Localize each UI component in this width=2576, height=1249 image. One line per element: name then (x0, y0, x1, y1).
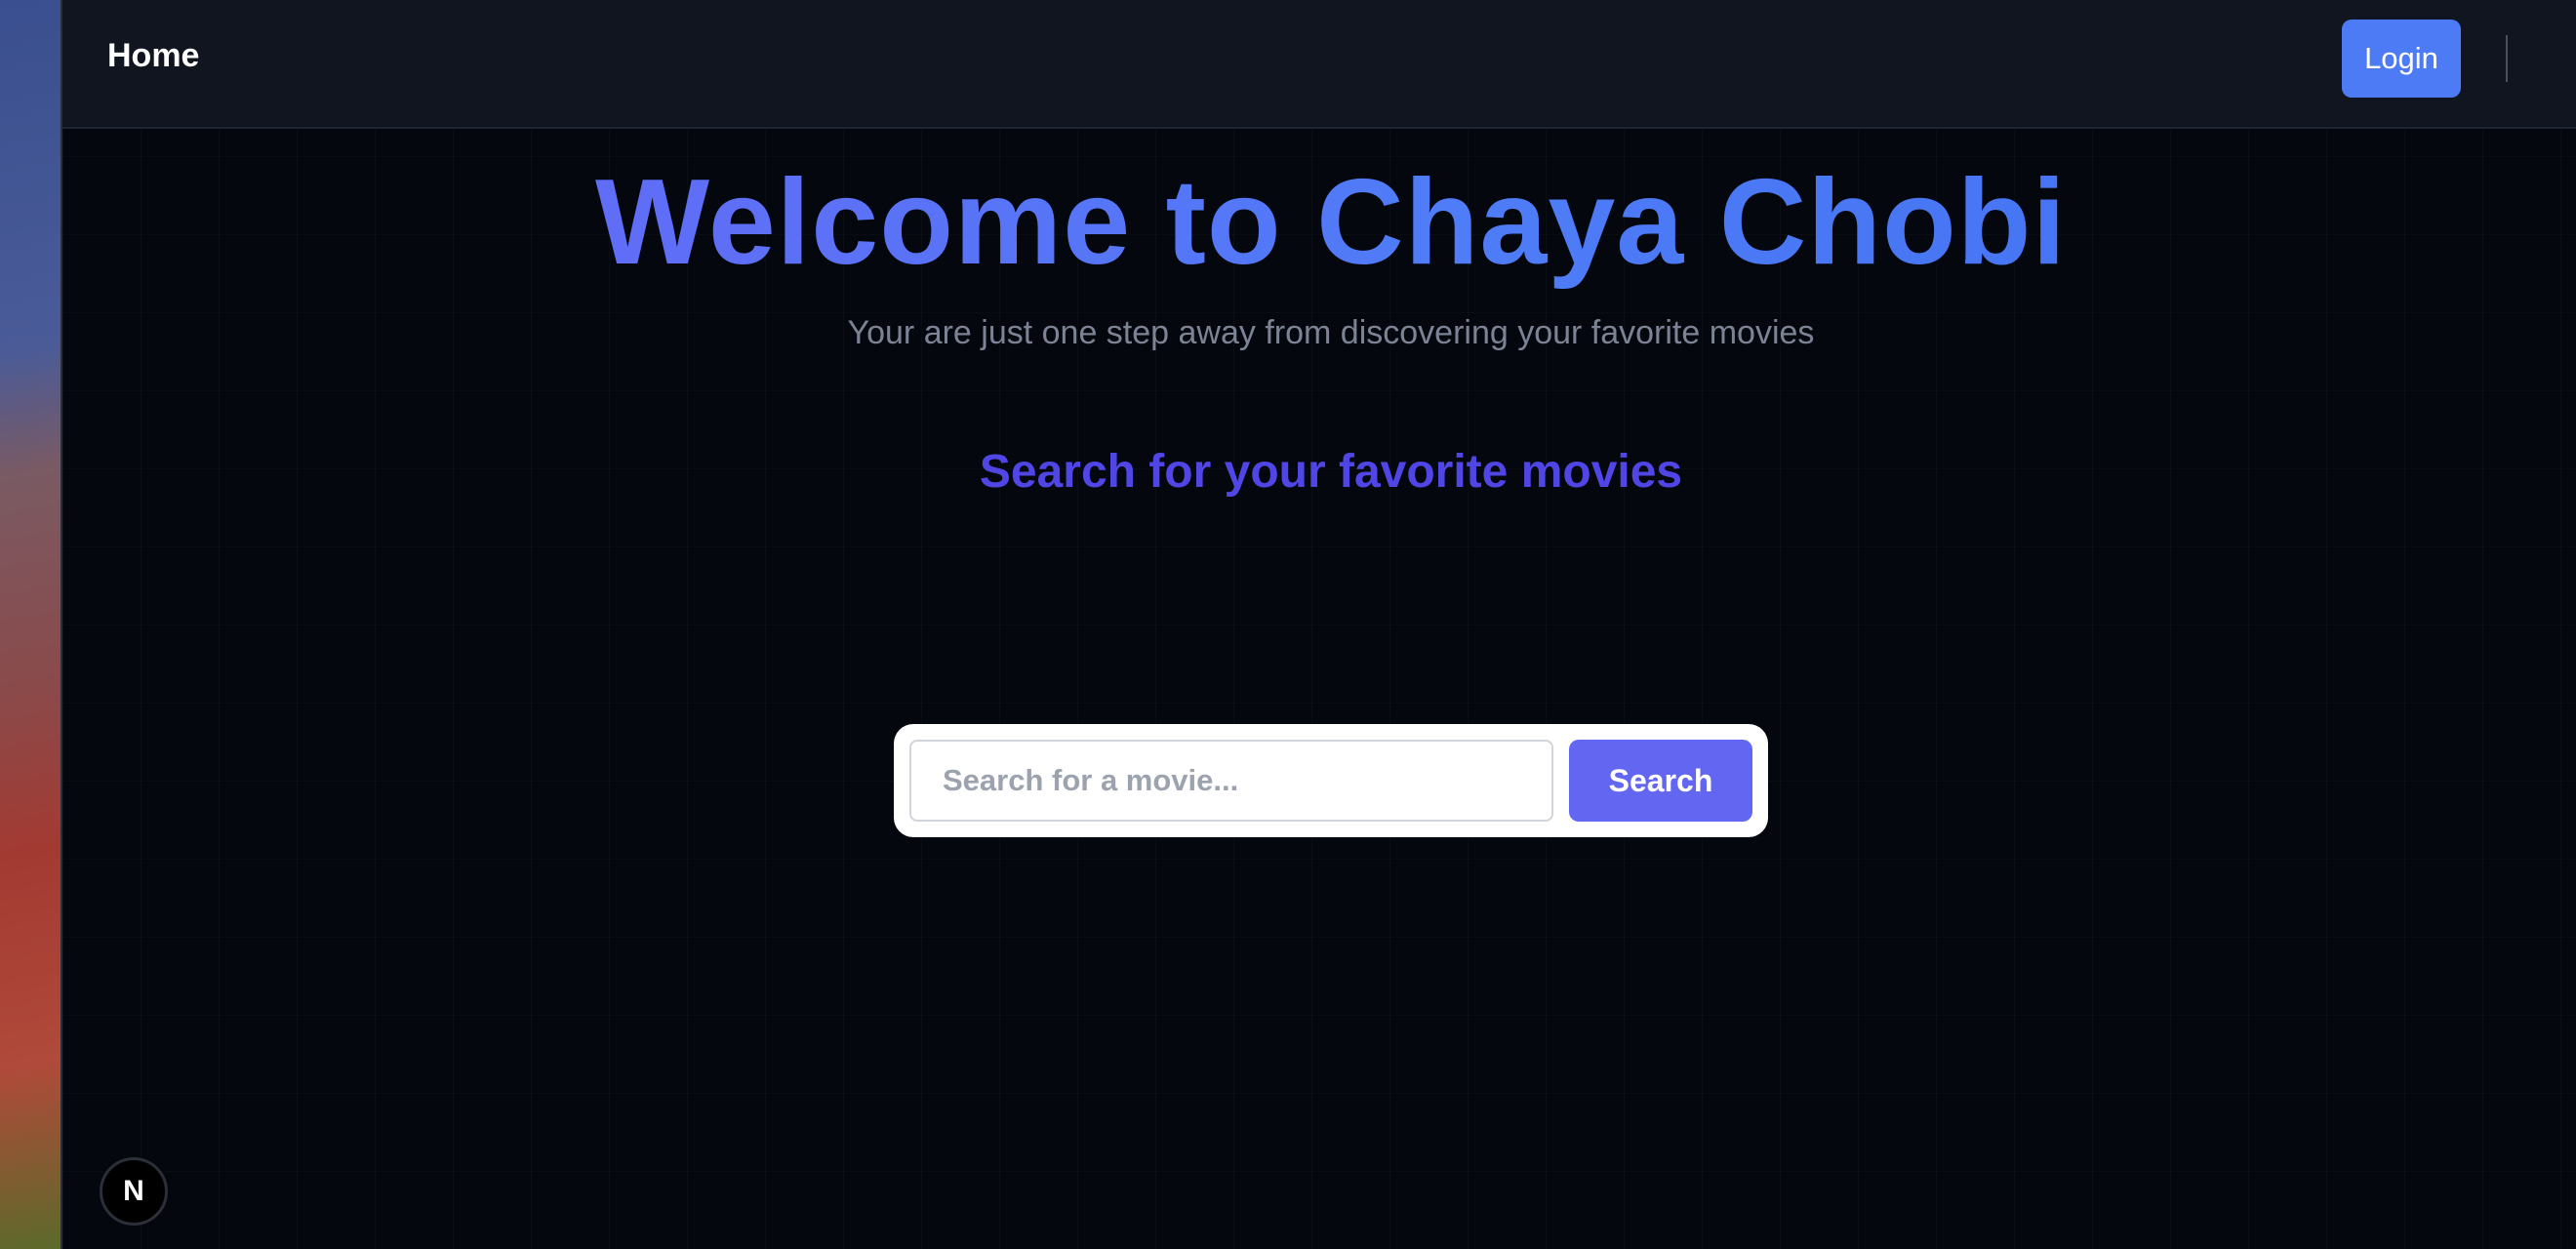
nav-divider (2506, 35, 2508, 82)
app-window: Home Login Welcome to Chaya Chobi Your a… (62, 0, 2576, 1249)
search-heading: Search for your favorite movies (979, 446, 1683, 498)
nextjs-logo-icon[interactable]: N (100, 1157, 168, 1226)
search-form: Search (894, 724, 1768, 837)
search-button[interactable]: Search (1569, 740, 1752, 822)
hero-subtitle: Your are just one step away from discove… (847, 314, 1815, 351)
navbar: Home Login (62, 0, 2576, 129)
hero-title: Welcome to Chaya Chobi (62, 154, 2576, 291)
nav-home-link[interactable]: Home (107, 37, 199, 75)
search-input[interactable] (909, 740, 1553, 822)
desktop-wallpaper-strip (0, 0, 62, 1249)
login-button[interactable]: Login (2342, 20, 2461, 98)
